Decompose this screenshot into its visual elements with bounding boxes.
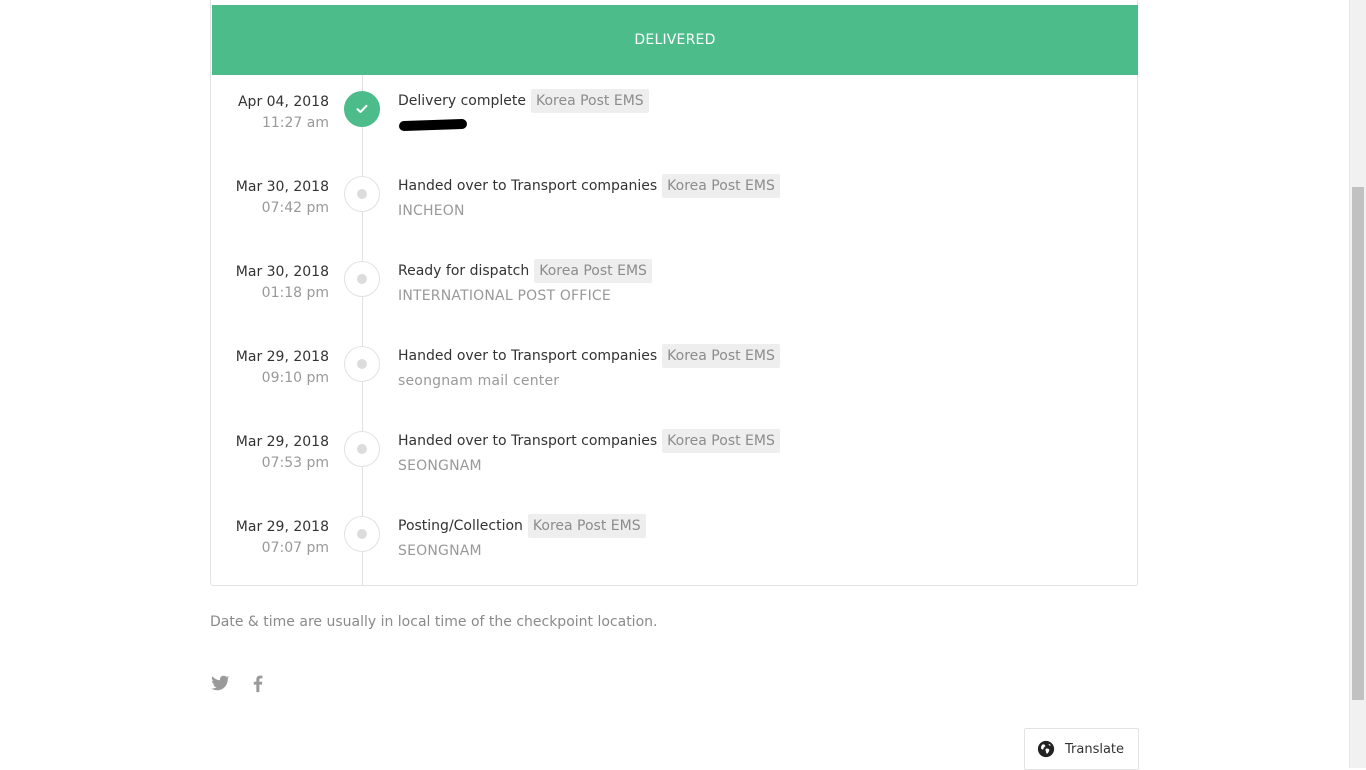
checkpoint-status-text: Handed over to Transport companies (398, 433, 658, 449)
courier-badge: Korea Post EMS (662, 429, 780, 453)
courier-badge: Korea Post EMS (662, 344, 780, 368)
courier-badge: Korea Post EMS (527, 514, 646, 538)
checkpoint-date: Mar 29, 2018 (235, 349, 329, 365)
checkpoint-time: 07:42 pm (261, 200, 329, 216)
checkpoint-time: 07:53 pm (261, 455, 329, 471)
timeline-dot-icon (344, 176, 380, 212)
checkpoint-time: 01:18 pm (261, 285, 329, 301)
checkpoint-location: SEONGNAM (398, 458, 482, 474)
checkpoint-date: Mar 29, 2018 (235, 434, 329, 450)
checkpoint-row: Mar 30, 2018 01:18 pm Ready for dispatch… (210, 245, 1138, 330)
checkmark-icon (344, 91, 380, 127)
delivery-status-banner: DELIVERED (212, 5, 1138, 75)
checkpoint-location: INCHEON (398, 203, 465, 219)
social-links (209, 672, 269, 694)
timeline-dot-icon (344, 516, 380, 552)
page-scrollbar[interactable] (1349, 0, 1366, 768)
courier-badge: Korea Post EMS (534, 259, 652, 283)
checkpoint-status: Ready for dispatch Korea Post EMS (398, 259, 652, 283)
checkpoint-time: 09:10 pm (261, 370, 329, 386)
checkpoint-location: SEONGNAM (398, 543, 482, 559)
timeline-dot-icon (344, 431, 380, 467)
checkpoint-time: 07:07 pm (261, 540, 329, 556)
checkpoint-row: Apr 04, 2018 11:27 am Delivery complete … (210, 75, 1138, 160)
translate-button[interactable]: Translate (1024, 728, 1139, 770)
timeline-dot-icon (344, 261, 380, 297)
checkpoint-status-text: Handed over to Transport companies (398, 348, 658, 364)
courier-badge: Korea Post EMS (662, 174, 780, 198)
checkpoint-status-text: Ready for dispatch (398, 263, 530, 279)
timezone-note: Date & time are usually in local time of… (210, 614, 658, 630)
timeline-dot-icon (344, 346, 380, 382)
scrollbar-thumb[interactable] (1352, 187, 1364, 700)
redacted-location (398, 118, 468, 132)
checkpoint-row: Mar 29, 2018 07:07 pm Posting/Collection… (210, 500, 1138, 585)
translate-label: Translate (1065, 741, 1125, 757)
checkpoint-status: Posting/Collection Korea Post EMS (398, 514, 646, 538)
checkpoint-date: Mar 30, 2018 (235, 264, 329, 280)
checkpoint-status: Handed over to Transport companies Korea… (398, 429, 780, 453)
checkpoint-time: 11:27 am (261, 115, 329, 131)
checkpoint-status: Handed over to Transport companies Korea… (398, 344, 780, 368)
checkpoint-row: Mar 29, 2018 09:10 pm Handed over to Tra… (210, 330, 1138, 415)
checkpoint-location: seongnam mail center (398, 373, 560, 389)
checkpoint-date: Apr 04, 2018 (237, 94, 329, 110)
checkpoint-row: Mar 30, 2018 07:42 pm Handed over to Tra… (210, 160, 1138, 245)
delivery-status-text: DELIVERED (634, 32, 716, 48)
checkpoint-status: Handed over to Transport companies Korea… (398, 174, 780, 198)
checkpoint-date: Mar 29, 2018 (235, 519, 329, 535)
checkpoint-status-text: Handed over to Transport companies (398, 178, 658, 194)
checkpoint-location: INTERNATIONAL POST OFFICE (398, 288, 611, 304)
checkpoint-status-text: Delivery complete (398, 93, 526, 109)
facebook-icon[interactable] (247, 672, 269, 694)
checkpoint-status: Delivery complete Korea Post EMS (398, 89, 649, 113)
checkpoint-status-text: Posting/Collection (398, 518, 523, 534)
twitter-icon[interactable] (209, 672, 231, 694)
checkpoint-row: Mar 29, 2018 07:53 pm Handed over to Tra… (210, 415, 1138, 500)
globe-icon (1037, 740, 1055, 758)
courier-badge: Korea Post EMS (530, 89, 649, 113)
checkpoint-date: Mar 30, 2018 (235, 179, 329, 195)
